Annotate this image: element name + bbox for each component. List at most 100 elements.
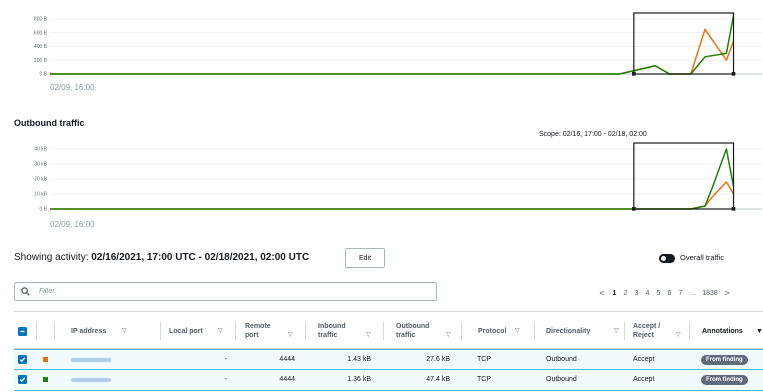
protocol-cell: TCP <box>477 370 491 389</box>
inbound-traffic-cell: 1.43 kB <box>334 350 371 369</box>
column-label: Directionality <box>546 327 591 335</box>
column-header-inbound-traffic[interactable]: Inbound traffic ▽ <box>318 312 371 350</box>
select-all-checkbox[interactable] <box>18 326 27 336</box>
ip-address-cell[interactable] <box>71 350 111 369</box>
y-tick-label: 600 B <box>34 30 48 36</box>
last-page-button[interactable]: 1838 <box>700 290 720 297</box>
next-page-button[interactable]: > <box>720 288 734 298</box>
y-tick-label: 200 B <box>34 58 48 64</box>
column-header-local-port[interactable]: Local port ▽ <box>169 312 231 350</box>
accept-reject-cell: Accept <box>633 370 654 389</box>
directionality-value: Outbound <box>546 356 577 363</box>
sort-icon[interactable]: ▽ <box>676 331 681 340</box>
scope-selection-box[interactable] <box>633 142 735 210</box>
selection-handle[interactable] <box>632 207 636 211</box>
directionality-value: Outbound <box>546 376 577 383</box>
row-checkbox[interactable] <box>18 355 27 364</box>
y-tick-label: 800 B <box>34 17 48 23</box>
inbound-traffic-value: 1.43 kB <box>347 356 371 363</box>
inbound-traffic-cell: 1.36 kB <box>334 370 371 389</box>
previous-page-button[interactable]: < <box>595 288 609 298</box>
column-header-remote-port[interactable]: Remote port ▽ <box>245 312 293 350</box>
column-label: Accept / Reject <box>633 323 661 339</box>
series-line-orange <box>50 181 735 210</box>
page-button[interactable]: 2 <box>620 290 631 297</box>
ip-address-cell[interactable] <box>71 370 111 389</box>
local-port-value: - <box>225 356 228 363</box>
inbound-traffic-chart-svg[interactable]: 0 B 200 B 400 B 600 B 800 B 02/09, 16:00 <box>14 0 763 96</box>
column-label: Inbound traffic <box>318 323 346 339</box>
activity-label: Showing activity: 02/16/2021, 17:00 UTC … <box>14 252 309 263</box>
outbound-traffic-cell: 47.4 kB <box>412 370 450 389</box>
table-body: - 4444 1.43 kB 27.6 kB TCP Outbound Accept From… <box>14 349 763 391</box>
inbound-traffic-chart[interactable]: 0 B 200 B 400 B 600 B 800 B 02/09, 16:00 <box>14 0 763 96</box>
row-checkbox-cell[interactable] <box>18 350 27 369</box>
selection-handle[interactable] <box>632 72 636 76</box>
y-tick-label: 0 B <box>39 207 47 213</box>
filter-input[interactable] <box>39 288 419 295</box>
overall-traffic-label: Overall traffic <box>680 253 725 262</box>
outbound-traffic-title: Outbound traffic <box>14 118 85 128</box>
column-header-ip-address[interactable]: IP address ▽ <box>71 312 141 350</box>
page-button[interactable]: 4 <box>642 290 653 297</box>
remote-port-value: 4444 <box>279 356 295 363</box>
sort-icon[interactable]: ▽ <box>122 327 127 336</box>
traffic-table: IP address ▽ Local port ▽ Remote port ▽ … <box>14 311 763 391</box>
column-header-directionality[interactable]: Directionality ▽ <box>546 312 626 350</box>
outbound-traffic-chart[interactable]: 0 B 10 kB 20 kB 30 kB 40 kB 02/09, 16:00 <box>14 140 763 232</box>
page-button[interactable]: 5 <box>653 290 664 297</box>
page-button[interactable]: 3 <box>631 290 642 297</box>
sort-icon[interactable]: ▽ <box>515 327 520 336</box>
sort-icon[interactable]: ▽ <box>288 331 293 340</box>
y-tick-label: 20 kB <box>34 177 47 183</box>
ip-address-redacted[interactable] <box>71 377 111 382</box>
remote-port-value: 4444 <box>279 376 295 383</box>
annotation-badge[interactable]: From finding <box>701 374 748 385</box>
annotation-badge[interactable]: From finding <box>701 354 748 365</box>
caret-down-icon[interactable]: ▼ <box>756 327 763 336</box>
accept-reject-cell: Accept <box>633 350 654 369</box>
y-tick-label: 30 kB <box>34 162 47 168</box>
column-label: Remote port <box>245 323 271 339</box>
column-label: Outbound traffic <box>396 323 430 339</box>
table-row[interactable]: - 4444 1.36 kB 47.4 kB TCP Outbound Accept From… <box>14 370 763 391</box>
x-start-label: 02/09, 16:00 <box>50 83 95 92</box>
annotation-cell: From finding <box>701 350 748 369</box>
page-button[interactable]: 6 <box>664 290 675 297</box>
outbound-traffic-chart-svg[interactable]: 0 B 10 kB 20 kB 30 kB 40 kB 02/09, 16:00 <box>14 140 763 232</box>
annotation-cell: From finding <box>701 370 748 389</box>
column-label: Protocol <box>478 327 507 335</box>
scope-selection-box[interactable] <box>633 12 735 75</box>
sort-icon[interactable]: ▽ <box>446 331 451 340</box>
select-all-cell[interactable] <box>18 312 27 350</box>
local-port-cell: - <box>225 350 227 369</box>
column-header-protocol[interactable]: Protocol ▽ <box>478 312 538 350</box>
remote-port-cell: 4444 <box>269 350 295 369</box>
sort-icon[interactable]: ▽ <box>366 331 371 340</box>
table-row[interactable]: - 4444 1.43 kB 27.6 kB TCP Outbound Accept From… <box>14 349 763 370</box>
selection-handle[interactable] <box>731 207 736 211</box>
filter-box[interactable] <box>14 282 437 301</box>
ip-address-redacted[interactable] <box>71 357 111 362</box>
column-header-accept-reject[interactable]: Accept / Reject ▽ <box>633 312 681 350</box>
column-header-annotations[interactable]: Annotations ▼ <box>702 312 763 350</box>
selection-handle[interactable] <box>731 72 736 76</box>
edit-button[interactable]: Edit <box>345 248 385 268</box>
local-port-value: - <box>225 376 228 383</box>
search-icon <box>21 287 35 296</box>
overall-traffic-toggle[interactable] <box>659 254 675 263</box>
remote-port-cell: 4444 <box>269 370 295 389</box>
series-color-swatch <box>43 357 48 362</box>
page-button[interactable]: 1 <box>609 290 620 297</box>
directionality-cell: Outbound <box>546 350 577 369</box>
sort-icon[interactable]: ▽ <box>218 327 223 336</box>
series-line-green <box>50 15 735 75</box>
protocol-cell: TCP <box>477 350 491 369</box>
row-checkbox[interactable] <box>18 375 27 384</box>
page-button[interactable]: 7 <box>675 290 686 297</box>
column-header-outbound-traffic[interactable]: Outbound traffic ▽ <box>396 312 451 350</box>
sort-icon[interactable]: ▽ <box>614 327 619 336</box>
pagination: < 1 2 3 4 5 6 7 ... 1838 > <box>595 286 734 300</box>
check-icon <box>19 357 26 363</box>
row-checkbox-cell[interactable] <box>18 370 27 389</box>
